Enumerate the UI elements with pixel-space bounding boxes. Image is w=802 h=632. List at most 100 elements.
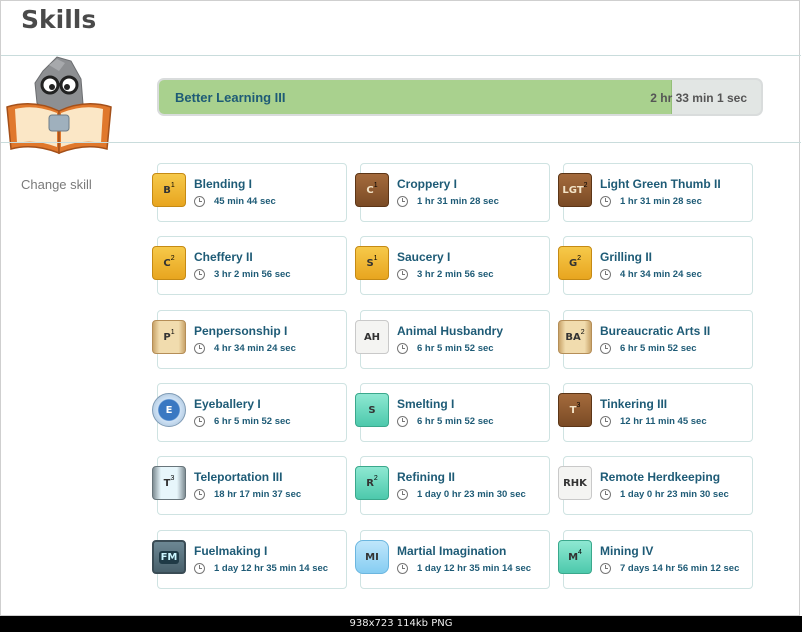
skill-icon-level: 2: [583, 181, 588, 189]
clock-icon: [397, 416, 408, 427]
skill-duration: 1 day 12 hr 35 min 14 sec: [214, 563, 329, 574]
change-skill-link[interactable]: Change skill: [21, 177, 92, 192]
skill-card[interactable]: LGT 2 Light Green Thumb II 1 hr 31 min 28 s…: [558, 163, 753, 222]
light-green-thumb-icon: LGT 2: [558, 173, 592, 207]
learning-time-remaining: 2 hr 33 min 1 sec: [650, 91, 747, 105]
penpersonship-icon: P1: [152, 320, 186, 354]
skill-icon-level: 3: [576, 401, 581, 409]
skill-duration: 12 hr 11 min 45 sec: [620, 416, 707, 427]
skill-card[interactable]: E Eyeballery I 6 hr 5 min 52 sec: [152, 383, 347, 442]
skill-duration: 6 hr 5 min 52 sec: [417, 343, 494, 354]
skill-card[interactable]: B 1 Blending I 45 min 44 sec: [152, 163, 347, 222]
skill-name: Grilling II: [600, 250, 653, 264]
skill-icon-code: R: [366, 477, 374, 489]
skill-duration: 6 hr 5 min 52 sec: [214, 416, 291, 427]
skill-icon-code: C: [163, 257, 171, 269]
clock-icon: [600, 196, 611, 207]
skill-name: Tinkering III: [600, 397, 668, 411]
saucery-icon: S1: [355, 246, 389, 280]
skill-name: Light Green Thumb II: [600, 177, 721, 191]
skill-name: Refining II: [397, 470, 455, 484]
skill-icon-code: C: [366, 184, 374, 196]
clock-icon: [194, 343, 205, 354]
skill-icon-code: M: [568, 551, 579, 563]
skill-duration: 1 day 0 hr 23 min 30 sec: [417, 489, 526, 500]
skill-icon-code: T: [163, 477, 171, 489]
skill-name: Bureaucratic Arts II: [600, 324, 711, 338]
skill-icon-code: FM: [158, 550, 180, 564]
learning-skill-name: Better Learning III: [175, 90, 286, 105]
image-info-bar: 938x723 114kb PNG: [0, 616, 802, 632]
skill-icon-level: 2: [580, 328, 585, 336]
skill-card[interactable]: C 2 Cheffery II 3 hr 2 min 56 sec: [152, 236, 347, 295]
skill-duration: 45 min 44 sec: [214, 196, 276, 207]
skill-card[interactable]: P 1 Penpersonship I 4 hr 34 min 24 sec: [152, 310, 347, 369]
skill-name: Cheffery II: [194, 250, 253, 264]
skill-icon-level: 1: [373, 254, 378, 262]
skill-icon-level: 2: [577, 254, 582, 262]
skill-card[interactable]: S Smelting I 6 hr 5 min 52 sec: [355, 383, 550, 442]
skill-icon-level: 2: [373, 474, 378, 482]
skill-duration: 6 hr 5 min 52 sec: [417, 416, 494, 427]
skill-duration: 1 hr 31 min 28 sec: [620, 196, 702, 207]
fuelmaking-icon: FM: [152, 540, 186, 574]
skill-icon-code: BA: [565, 331, 581, 343]
header-divider: [1, 55, 801, 56]
skill-card[interactable]: S 1 Saucery I 3 hr 2 min 56 sec: [355, 236, 550, 295]
skill-card[interactable]: T 3 Tinkering III 12 hr 11 min 45 sec: [558, 383, 753, 442]
teleportation-icon: T3: [152, 466, 186, 500]
skill-icon-code: S: [366, 257, 374, 269]
skill-name: Animal Husbandry: [397, 324, 504, 338]
clock-icon: [194, 563, 205, 574]
skill-name: Eyeballery I: [194, 397, 261, 411]
skills-page: Skills Better Learning III 2 hr 33 min 1…: [0, 0, 801, 616]
skill-card[interactable]: MI Martial Imagination 1 day 12 hr 35 min …: [355, 530, 550, 589]
skill-card[interactable]: T 3 Teleportation III 18 hr 17 min 37 sec: [152, 456, 347, 515]
clock-icon: [600, 563, 611, 574]
skill-card[interactable]: RHK Remote Herdkeeping 1 day 0 hr 23 min 3…: [558, 456, 753, 515]
skill-name: Blending I: [194, 177, 252, 191]
skill-name: Martial Imagination: [397, 544, 507, 558]
clock-icon: [397, 343, 408, 354]
skill-card[interactable]: M 4 Mining IV 7 days 14 hr 56 min 12 sec: [558, 530, 753, 589]
clock-icon: [397, 563, 408, 574]
eyeballery-icon: E: [152, 393, 186, 427]
skill-card[interactable]: R 2 Refining II 1 day 0 hr 23 min 30 sec: [355, 456, 550, 515]
skill-duration: 4 hr 34 min 24 sec: [620, 269, 702, 280]
clock-icon: [600, 343, 611, 354]
skill-card[interactable]: C 1 Croppery I 1 hr 31 min 28 sec: [355, 163, 550, 222]
skill-card[interactable]: AH Animal Husbandry 6 hr 5 min 52 sec: [355, 310, 550, 369]
skill-duration: 4 hr 34 min 24 sec: [214, 343, 296, 354]
smelting-icon: S: [355, 393, 389, 427]
skill-card[interactable]: FM Fuelmaking I 1 day 12 hr 35 min 14 sec: [152, 530, 347, 589]
skill-icon-level: 1: [170, 328, 175, 336]
clock-icon: [194, 489, 205, 500]
clock-icon: [600, 416, 611, 427]
skill-duration: 3 hr 2 min 56 sec: [214, 269, 291, 280]
skill-card[interactable]: BA 2 Bureaucratic Arts II 6 hr 5 min 52 sec: [558, 310, 753, 369]
skill-duration: 3 hr 2 min 56 sec: [417, 269, 494, 280]
skill-duration: 1 hr 31 min 28 sec: [417, 196, 499, 207]
skill-card[interactable]: G 2 Grilling II 4 hr 34 min 24 sec: [558, 236, 753, 295]
skill-name: Croppery I: [397, 177, 458, 191]
skill-name: Smelting I: [397, 397, 455, 411]
skill-icon-code: RHK: [563, 477, 587, 489]
clock-icon: [397, 489, 408, 500]
skill-name: Fuelmaking I: [194, 544, 268, 558]
section-divider: [1, 142, 801, 143]
skill-icon-code: T: [569, 404, 577, 416]
skill-duration: 6 hr 5 min 52 sec: [620, 343, 697, 354]
skill-duration: 1 day 0 hr 23 min 30 sec: [620, 489, 729, 500]
skill-icon-code: LGT: [562, 184, 584, 196]
skill-duration: 18 hr 17 min 37 sec: [214, 489, 302, 500]
bureaucratic-arts-icon: BA 2: [558, 320, 592, 354]
skill-icon-level: 3: [170, 474, 175, 482]
skill-icon-level: 1: [170, 181, 175, 189]
skill-name: Mining IV: [600, 544, 654, 558]
clock-icon: [194, 196, 205, 207]
skill-icon-code: E: [165, 404, 173, 416]
cheffery-icon: C2: [152, 246, 186, 280]
current-learning-progress: Better Learning III 2 hr 33 min 1 sec: [157, 78, 763, 116]
mining-icon: M4: [558, 540, 592, 574]
tinkering-icon: T3: [558, 393, 592, 427]
